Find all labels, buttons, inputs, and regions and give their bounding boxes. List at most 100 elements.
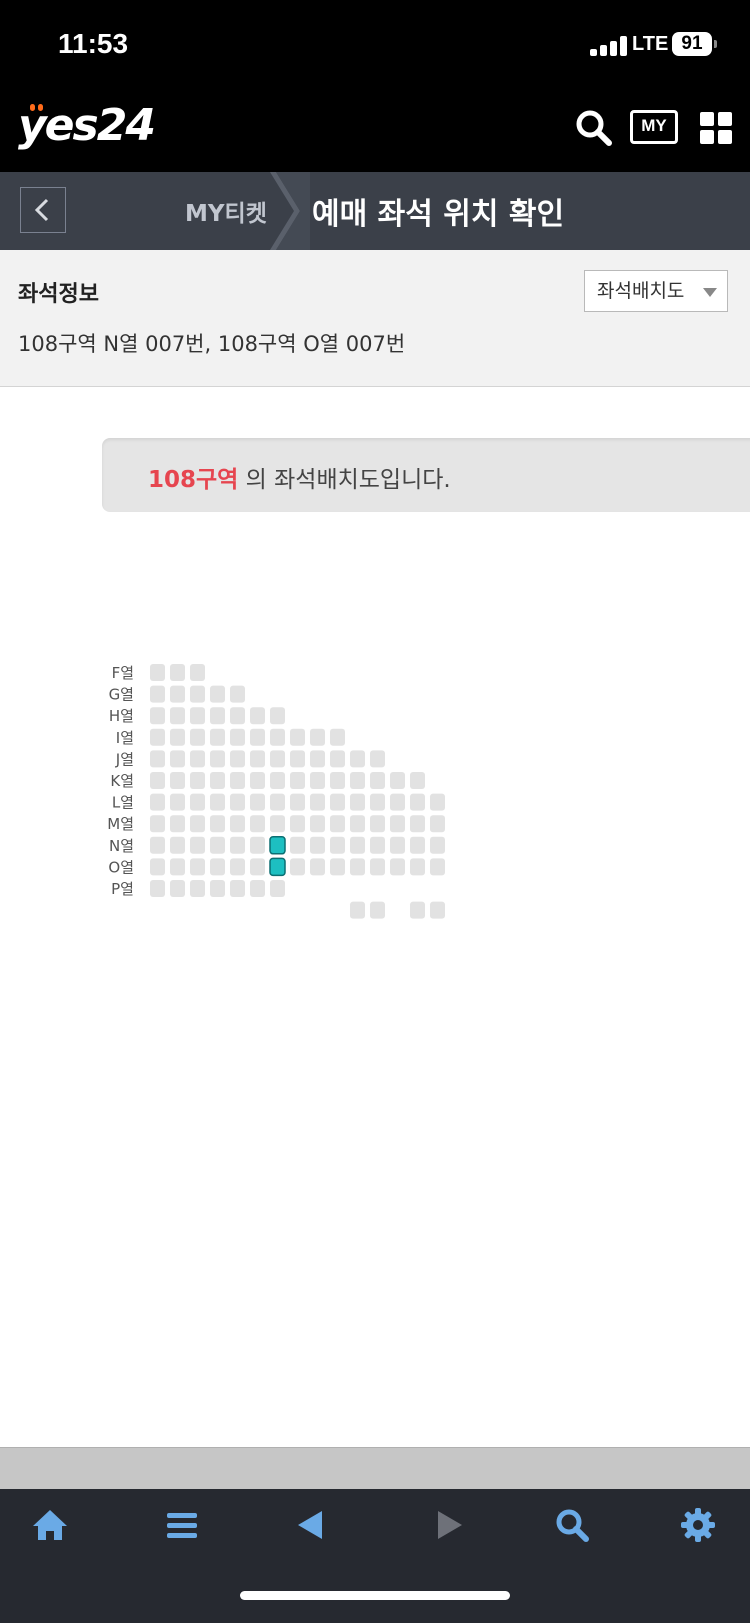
seat[interactable] (210, 728, 225, 746)
seat[interactable] (370, 858, 385, 876)
seat[interactable] (370, 793, 385, 811)
seat[interactable] (290, 815, 305, 833)
seat[interactable] (230, 793, 245, 811)
settings-icon[interactable] (678, 1505, 718, 1545)
grid-menu-icon[interactable] (700, 112, 732, 144)
seat[interactable] (210, 793, 225, 811)
seat[interactable] (210, 858, 225, 876)
seat[interactable] (190, 772, 205, 789)
seat[interactable] (370, 750, 385, 768)
seat[interactable] (210, 880, 225, 897)
seat[interactable] (290, 750, 305, 768)
seat[interactable] (170, 750, 185, 768)
seat[interactable] (250, 815, 265, 833)
seat[interactable] (310, 836, 325, 854)
seat[interactable] (150, 685, 165, 703)
seat[interactable] (190, 836, 205, 854)
seat[interactable] (150, 858, 165, 876)
seat[interactable] (150, 836, 165, 854)
back-button[interactable] (20, 187, 66, 233)
seat[interactable] (230, 685, 245, 703)
seat[interactable] (310, 815, 325, 833)
seat[interactable] (290, 858, 305, 876)
seat[interactable] (350, 858, 365, 876)
seat[interactable] (170, 772, 185, 789)
seat[interactable] (210, 685, 225, 703)
seat[interactable] (290, 728, 305, 746)
seat[interactable] (350, 815, 365, 833)
seat[interactable] (170, 880, 185, 897)
seat[interactable] (170, 858, 185, 876)
seat[interactable] (270, 750, 285, 768)
seat[interactable] (310, 858, 325, 876)
seat[interactable] (430, 793, 445, 811)
forward-arrow-icon[interactable] (428, 1505, 468, 1545)
seat[interactable] (410, 858, 425, 876)
seat[interactable] (390, 815, 405, 833)
seat[interactable] (270, 815, 285, 833)
seat[interactable] (250, 836, 265, 854)
seat[interactable] (270, 707, 285, 725)
seat[interactable] (170, 707, 185, 725)
seat[interactable] (150, 793, 165, 811)
menu-icon[interactable] (162, 1505, 202, 1545)
seat[interactable] (290, 772, 305, 789)
seat[interactable] (310, 728, 325, 746)
seat[interactable] (270, 793, 285, 811)
seat[interactable] (210, 815, 225, 833)
seat[interactable] (350, 793, 365, 811)
home-icon[interactable] (30, 1505, 70, 1545)
seat[interactable] (370, 836, 385, 854)
seat[interactable] (190, 685, 205, 703)
seat[interactable] (430, 901, 445, 919)
seat[interactable] (390, 793, 405, 811)
seat[interactable] (190, 750, 205, 768)
seat-selected[interactable] (269, 857, 286, 877)
seat[interactable] (350, 772, 365, 789)
seat[interactable] (210, 836, 225, 854)
logo[interactable]: yes24 (18, 100, 156, 151)
back-arrow-icon[interactable] (292, 1505, 332, 1545)
seat-map-dropdown[interactable]: 좌석배치도 (584, 270, 728, 312)
seat[interactable] (390, 772, 405, 789)
seat[interactable] (330, 793, 345, 811)
seat[interactable] (290, 793, 305, 811)
seat[interactable] (170, 728, 185, 746)
seat[interactable] (150, 750, 165, 768)
seat[interactable] (370, 901, 385, 919)
seat[interactable] (270, 880, 285, 897)
seat[interactable] (410, 772, 425, 789)
seat[interactable] (250, 707, 265, 725)
seat[interactable] (310, 793, 325, 811)
seat[interactable] (190, 728, 205, 746)
seat[interactable] (230, 707, 245, 725)
seat[interactable] (430, 858, 445, 876)
seat[interactable] (410, 836, 425, 854)
seat[interactable] (330, 836, 345, 854)
seat[interactable] (210, 750, 225, 768)
seat[interactable] (170, 793, 185, 811)
seat[interactable] (390, 858, 405, 876)
seat[interactable] (150, 664, 165, 681)
seat[interactable] (230, 815, 245, 833)
seat[interactable] (330, 772, 345, 789)
seat[interactable] (210, 772, 225, 789)
seat[interactable] (150, 707, 165, 725)
seat[interactable] (190, 793, 205, 811)
seat[interactable] (230, 728, 245, 746)
seat[interactable] (350, 750, 365, 768)
seat[interactable] (270, 728, 285, 746)
seat[interactable] (410, 901, 425, 919)
my-ticket-icon[interactable]: MY (630, 110, 678, 144)
seat[interactable] (390, 836, 405, 854)
seat[interactable] (150, 772, 165, 789)
seat[interactable] (430, 815, 445, 833)
seat[interactable] (250, 728, 265, 746)
seat[interactable] (230, 858, 245, 876)
breadcrumb-parent[interactable]: MY티켓 (185, 194, 267, 228)
seat[interactable] (410, 815, 425, 833)
home-indicator[interactable] (240, 1591, 510, 1600)
seat[interactable] (190, 707, 205, 725)
seat[interactable] (170, 815, 185, 833)
seat[interactable] (250, 793, 265, 811)
